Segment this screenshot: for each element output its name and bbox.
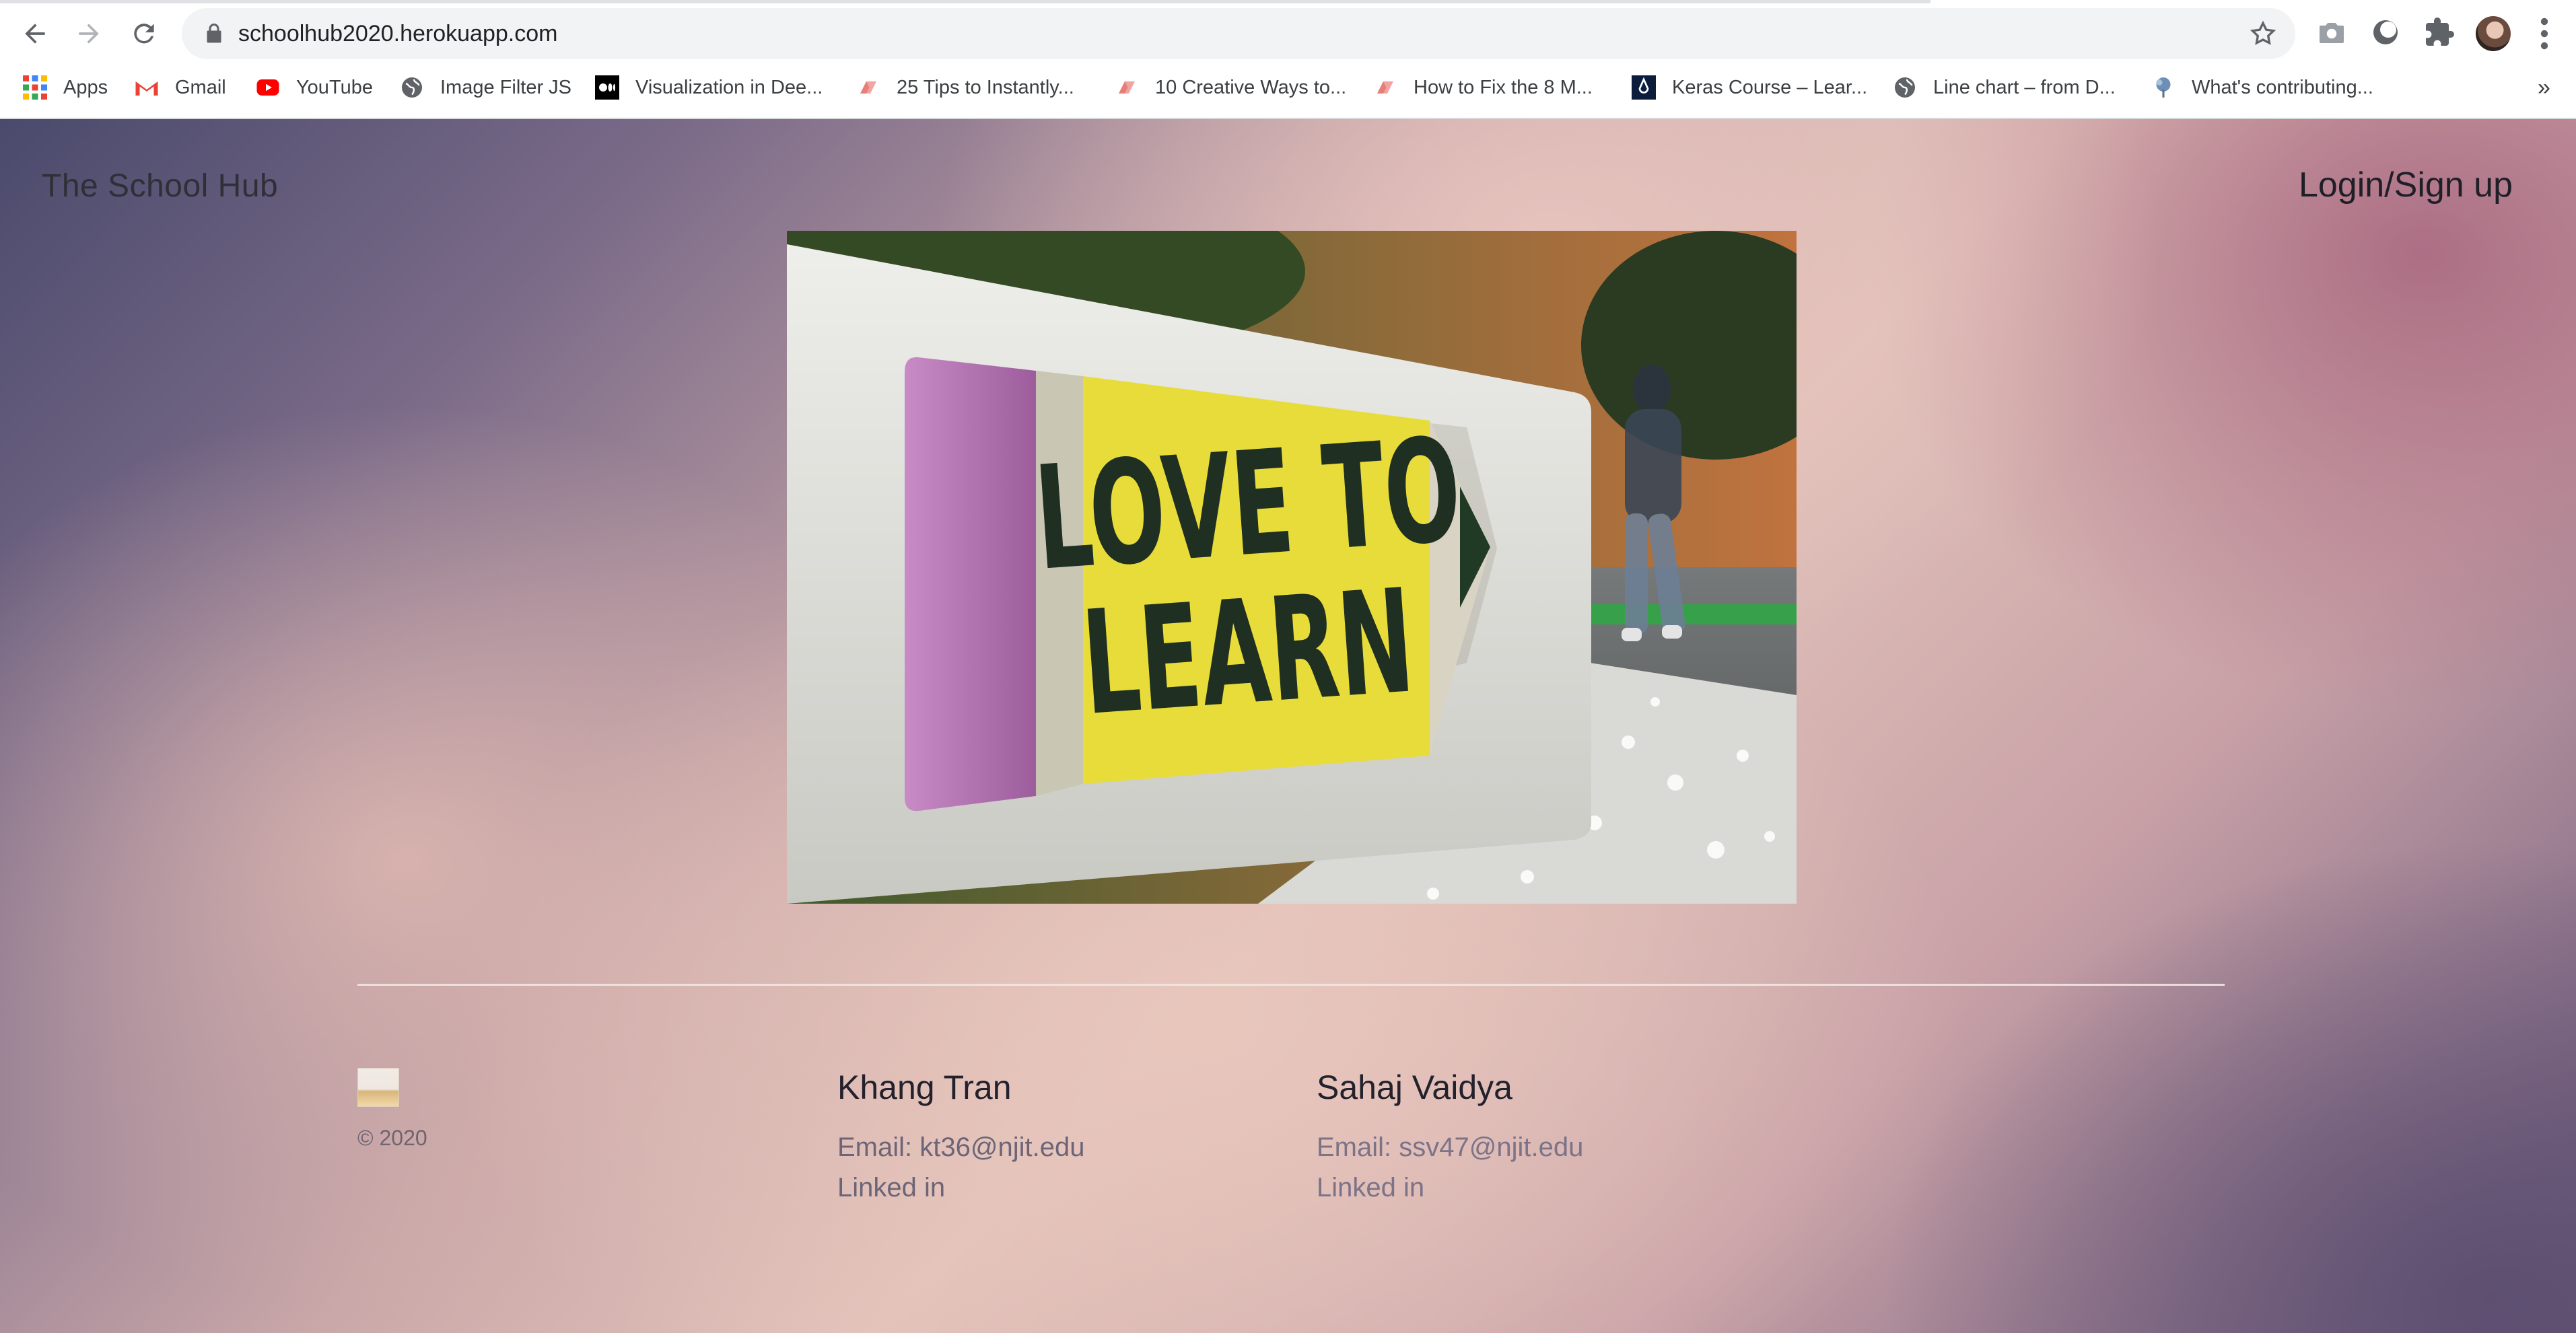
keras-icon <box>1632 75 1656 100</box>
reload-icon <box>134 24 154 44</box>
page-body: The School Hub Login/Sign up LOVE TO LEA… <box>0 119 2576 1333</box>
site-brand[interactable]: The School Hub <box>42 168 278 205</box>
bookmark-label: Visualization in Dee... <box>635 76 823 98</box>
globe-icon <box>402 77 422 98</box>
medium-icon <box>595 75 619 100</box>
bookmark-visualization[interactable]: Visualization in Dee... <box>595 67 823 108</box>
back-button[interactable] <box>15 13 55 54</box>
reload-button[interactable] <box>124 13 164 54</box>
contact-sahaj-vaidya: Sahaj Vaidya Email: ssv47@njit.edu Linke… <box>1317 1068 1583 1208</box>
sign-text-line2: LEARN <box>1078 559 1419 748</box>
bookmark-label: Image Filter JS <box>440 76 571 98</box>
bookmark-site-icon <box>860 81 876 94</box>
contact-linkedin-link[interactable]: Linked in <box>837 1167 1084 1208</box>
bookmark-keras-course[interactable]: Keras Course – Lear... <box>1632 67 1867 108</box>
contact-email-link[interactable]: Email: kt36@njit.edu <box>837 1127 1084 1167</box>
bookmark-label: What's contributing... <box>2192 76 2373 98</box>
bookmark-apps[interactable]: Apps <box>23 67 108 108</box>
bookmark-site-icon <box>1377 81 1393 94</box>
tree-icon <box>2156 77 2171 98</box>
bookmark-label: 10 Creative Ways to... <box>1155 76 1347 98</box>
bookmark-label: Gmail <box>175 76 226 98</box>
bookmark-gmail[interactable]: Gmail <box>135 67 226 108</box>
browser-chrome: schoolhub2020.herokuapp.com Apps Gmail Y… <box>0 0 2576 119</box>
bookmark-label: Line chart – from D... <box>1933 76 2116 98</box>
bookmark-site-icon <box>1119 81 1135 94</box>
login-signup-link[interactable]: Login/Sign up <box>2299 165 2513 205</box>
loading-bar <box>0 0 1930 3</box>
extensions-puzzle-icon[interactable] <box>2423 16 2456 48</box>
forward-button[interactable] <box>69 13 109 54</box>
bookmark-label: Keras Course – Lear... <box>1672 76 1868 98</box>
bookmark-how-to-fix[interactable]: How to Fix the 8 M... <box>1373 67 1593 108</box>
address-bar[interactable]: schoolhub2020.herokuapp.com <box>182 8 2295 59</box>
hero-image: LOVE TO LEARN <box>787 231 1797 904</box>
copyright-text: © 2020 <box>357 1126 427 1150</box>
bookmark-star-icon[interactable] <box>2248 19 2278 48</box>
contact-email-link[interactable]: Email: ssv47@njit.edu <box>1317 1127 1583 1167</box>
camera-icon[interactable] <box>2316 16 2348 48</box>
back-arrow-icon <box>25 24 45 44</box>
hero-photo: LOVE TO LEARN <box>787 231 1797 904</box>
contact-name: Sahaj Vaidya <box>1317 1069 1512 1106</box>
url-text: schoolhub2020.herokuapp.com <box>238 21 558 46</box>
lock-icon <box>207 24 221 43</box>
bookmark-image-filter-js[interactable]: Image Filter JS <box>400 67 571 108</box>
bookmark-label: 25 Tips to Instantly... <box>897 76 1074 98</box>
bookmark-label: How to Fix the 8 M... <box>1414 76 1593 98</box>
apps-grid-icon <box>23 75 47 100</box>
browser-menu-icon[interactable] <box>2531 15 2558 52</box>
gmail-icon <box>135 81 158 96</box>
contact-khang-tran: Khang Tran Email: kt36@njit.edu Linked i… <box>837 1068 1084 1208</box>
bookmarks-bar: Apps Gmail YouTube Image Filter JS Visua… <box>0 67 2576 108</box>
bookmark-label: YouTube <box>296 76 373 98</box>
footer-logo-image <box>357 1068 399 1107</box>
contact-linkedin-link[interactable]: Linked in <box>1317 1167 1583 1208</box>
footer-divider <box>357 984 2225 986</box>
bookmark-label: Apps <box>63 76 108 98</box>
bookmark-25-tips[interactable]: 25 Tips to Instantly... <box>856 67 1074 108</box>
bookmark-10-creative-ways[interactable]: 10 Creative Ways to... <box>1115 67 1346 108</box>
bookmark-whats-contributing[interactable]: What's contributing... <box>2151 67 2373 108</box>
globe-icon <box>1895 77 1915 98</box>
forward-arrow-icon <box>79 24 99 44</box>
more-bookmarks-button[interactable]: » <box>2538 67 2550 108</box>
dark-mode-extension-icon[interactable] <box>2369 16 2402 48</box>
contact-name: Khang Tran <box>837 1069 1012 1106</box>
bookmark-youtube[interactable]: YouTube <box>256 67 373 108</box>
profile-avatar[interactable] <box>2476 16 2511 51</box>
youtube-icon <box>256 79 279 96</box>
bookmark-line-chart[interactable]: Line chart – from D... <box>1893 67 2116 108</box>
